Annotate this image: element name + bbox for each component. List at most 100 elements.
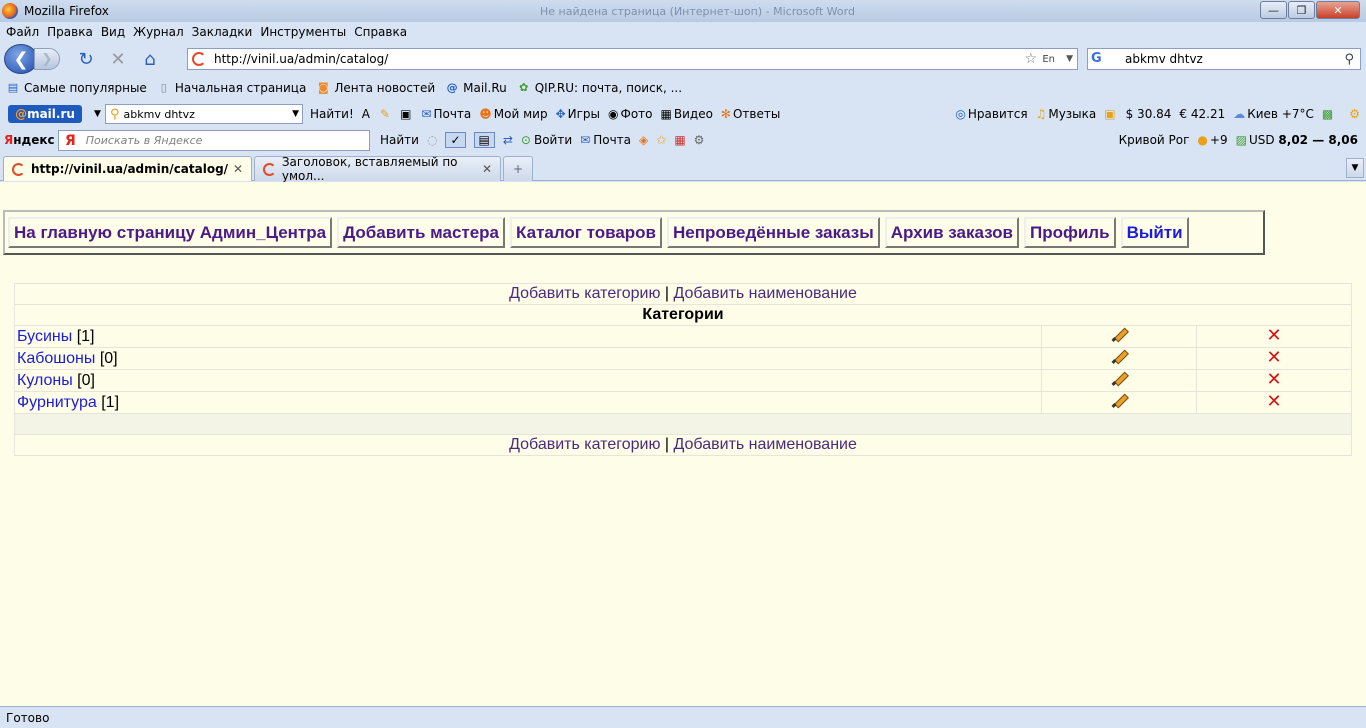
mailru-search-icon: ⚲ [110,106,120,122]
new-tab-button[interactable]: + [503,156,533,181]
bookmark-most-visited[interactable]: ▤ Самые популярные [6,81,147,95]
bookmark-star-icon[interactable]: ☆ [1024,51,1037,67]
favorites-star-icon[interactable]: ✩ [656,133,666,147]
admin-navigation: На главную страницу Админ_Центра Добавит… [3,210,1265,255]
category-link[interactable]: Бусины [17,328,72,345]
translate-lang-icon[interactable]: ⇄ [503,133,513,147]
yandex-settings-gear-icon[interactable]: ⚙ [694,133,705,147]
forward-button[interactable]: ❯ [34,48,60,70]
bookmark-news-feed[interactable]: ◙ Лента новостей [316,81,435,95]
search-value[interactable]: abkmv dhtvz [1125,52,1203,66]
at-icon: @ [446,81,458,94]
apps-icon[interactable]: ▦ [674,133,685,147]
weather-temp[interactable]: ● +9 [1197,133,1227,147]
preview-icon[interactable]: ▣ [400,107,413,121]
menu-edit[interactable]: Правка [47,25,93,39]
maximize-button[interactable]: ❐ [1288,1,1315,19]
mailru-mail-link[interactable]: ✉ Почта [421,107,471,121]
mailru-search-input[interactable]: ⚲ abkmv dhtvz ▼ [105,104,303,124]
map-icon[interactable]: ▩ [1322,107,1335,121]
page-content: На главную страницу Админ_Центра Добавит… [0,182,1366,706]
settings-gear-icon[interactable]: ⚙ [1349,107,1362,121]
reload-icon[interactable]: ↻ [74,49,98,70]
mailru-video-link[interactable]: ▦ Видео [661,107,713,121]
notify-icon[interactable]: ▣ [1104,107,1117,121]
menu-bookmarks[interactable]: Закладки [192,25,253,39]
close-window-button[interactable]: ✕ [1316,1,1360,19]
close-tab-icon[interactable]: ✕ [482,162,492,176]
yandex-login-button[interactable]: ⊙ Войти [521,133,572,147]
translate-icon[interactable]: ▤ [473,132,495,148]
add-item-link[interactable]: Добавить наименование [674,285,857,302]
mailru-myworld-link[interactable]: ☻ Мой мир [479,107,547,121]
close-tab-icon[interactable]: ✕ [233,162,243,176]
yandex-search-input[interactable]: Я Поискать в Яндексе [58,130,370,151]
nav-add-master[interactable]: Добавить мастера [337,217,506,248]
edit-pencil-icon[interactable] [1111,370,1127,386]
address-url[interactable]: http://vinil.ua/admin/catalog/ [214,52,388,66]
most-visited-icon: ▤ [7,81,19,94]
currency-rate[interactable]: ▨ USD 8,02 — 8,06 [1236,133,1358,147]
address-dropdown-icon[interactable]: ▼ [1066,54,1073,64]
spellcheck-icon[interactable]: ✓ [445,132,466,148]
mailru-games-link[interactable]: ✥ Игры [556,107,600,121]
google-icon[interactable]: G [1091,51,1107,67]
mailru-photo-link[interactable]: ◉ Фото [608,107,653,121]
delete-x-icon[interactable]: ✕ [1266,348,1281,366]
menu-history[interactable]: Журнал [133,25,184,39]
nav-logout[interactable]: Выйти [1120,217,1189,248]
search-bar[interactable]: G abkmv dhtvz ⚲ [1087,48,1361,70]
mailru-logo[interactable]: @ mail.ru [8,104,82,123]
stop-icon[interactable]: ✕ [106,49,130,70]
tab-list-dropdown-icon[interactable]: ▼ [1346,158,1364,178]
bookmark-start-page[interactable]: ▯ Начальная страница [157,81,307,95]
nav-admin-home[interactable]: На главную страницу Админ_Центра [8,217,333,248]
delete-x-icon[interactable]: ✕ [1266,326,1281,344]
comment-icon[interactable]: ◌ [427,133,437,147]
yandex-logo[interactable]: Яндекс [4,133,55,147]
delete-x-icon[interactable]: ✕ [1266,370,1281,388]
edit-pencil-icon[interactable] [1111,392,1127,408]
table-row: Бусины [1] ✕ [14,325,1352,348]
font-size-icon[interactable]: A [362,107,372,121]
mailru-music-link[interactable]: ♫ Музыка [1036,107,1097,121]
category-link[interactable]: Кулоны [17,372,73,389]
bookmark-mailru[interactable]: @ Mail.Ru [445,81,507,95]
add-category-link[interactable]: Добавить категорию [509,436,660,453]
nav-pending-orders[interactable]: Непроведённые заказы [667,217,880,248]
mailru-menu-dropdown-icon[interactable]: ▼ [94,109,101,119]
address-bar[interactable]: http://vinil.ua/admin/catalog/ ☆ En ▼ [187,48,1078,70]
add-category-link[interactable]: Добавить категорию [509,285,660,302]
edit-pencil-icon[interactable] [1111,348,1127,364]
category-link[interactable]: Кабошоны [17,350,95,367]
menu-file[interactable]: Файл [6,25,39,39]
minimize-button[interactable]: — [1260,1,1287,19]
yandex-find-button[interactable]: Найти [380,133,419,147]
menu-help[interactable]: Справка [354,25,407,39]
weather-widget[interactable]: ☁ Киев +7°C [1233,107,1314,121]
category-link[interactable]: Фурнитура [17,394,97,411]
back-button[interactable]: ❮ [4,44,38,74]
nav-profile[interactable]: Профиль [1023,217,1116,248]
tab-catalog[interactable]: http://vinil.ua/admin/catalog/ ✕ [3,156,252,181]
search-magnifier-icon[interactable]: ⚲ [1344,52,1354,67]
delete-x-icon[interactable]: ✕ [1266,392,1281,410]
money-icon[interactable]: ◈ [639,133,648,147]
nav-catalog[interactable]: Каталог товаров [510,217,662,248]
menu-view[interactable]: Вид [101,25,125,39]
mailru-find-button[interactable]: Найти! [310,107,354,121]
mailru-answers-link[interactable]: ✻ Ответы [721,107,780,121]
highlight-icon[interactable]: ✎ [380,107,392,121]
edit-pencil-icon[interactable] [1111,326,1127,342]
add-item-link[interactable]: Добавить наименование [674,436,857,453]
bookmark-qip[interactable]: ✿ QIP.RU: почта, поиск, ... [517,81,682,95]
home-icon[interactable]: ⌂ [138,49,162,70]
tab-default-title[interactable]: Заголовок, вставляемый по умол... ✕ [254,155,501,183]
table-row: Кабошоны [0] ✕ [14,347,1352,370]
mailru-search-dropdown-icon[interactable]: ▼ [292,109,299,119]
yandex-mail-link[interactable]: ✉ Почта [580,133,631,147]
weather-city[interactable]: Кривой Рог [1119,133,1190,147]
nav-orders-archive[interactable]: Архив заказов [884,217,1019,248]
mailru-like-link[interactable]: ◎ Нравится [955,107,1027,121]
menu-tools[interactable]: Инструменты [260,25,346,39]
